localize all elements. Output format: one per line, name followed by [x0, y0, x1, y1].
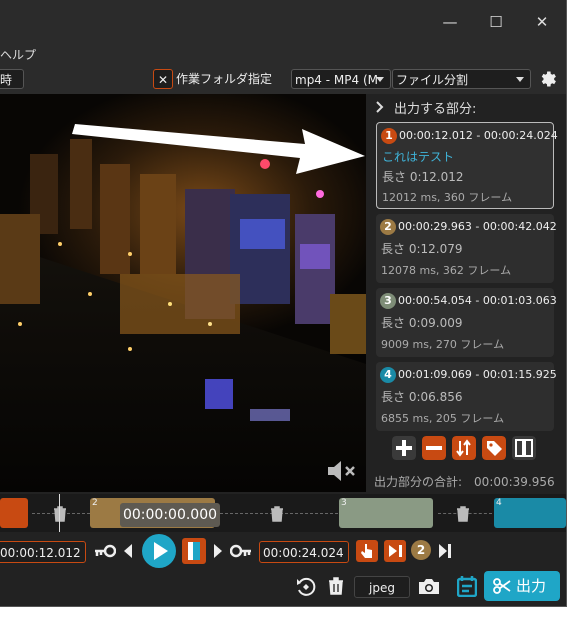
minimize-icon[interactable]: — [440, 12, 460, 32]
segment-end-time-input[interactable]: 00:00:24.024 [259, 541, 349, 563]
calendar-icon[interactable] [457, 575, 477, 597]
current-segment-badge[interactable]: 2 [411, 540, 431, 560]
format-dropdown-arrow-icon [376, 77, 384, 82]
next-segment-icon[interactable] [438, 543, 452, 559]
segment-item-2[interactable]: 2 00:00:29.963 - 00:00:42.042 長さ 0:12.07… [376, 214, 557, 283]
segment-time: 00:01:09.069 - 00:01:15.925 [398, 368, 557, 381]
segment-item-4[interactable]: 4 00:01:09.069 - 00:01:15.925 長さ 0:06.85… [376, 362, 557, 431]
segment-badge: 3 [380, 293, 396, 309]
working-folder-button[interactable]: 作業フォルダ指定 [176, 69, 272, 89]
segment-badge: 4 [380, 367, 396, 383]
layout-segments-icon[interactable] [512, 436, 536, 460]
toolbar: 時 ✕ 作業フォルダ指定 mp4 - MP4 (M ファイル分割 [0, 64, 566, 94]
mode-select-value: ファイル分割 [396, 73, 469, 87]
segment-badge: 1 [381, 128, 397, 144]
panel-header: 出力する部分: [394, 102, 477, 117]
set-start-key-icon[interactable] [94, 544, 116, 558]
bottom-bar [0, 570, 566, 606]
close-icon[interactable]: ✕ [532, 12, 552, 32]
app-window: — ☐ ✕ ヘルプ 時 ✕ 作業フォルダ指定 mp4 - MP4 (M ファイル… [0, 0, 567, 607]
preview-segment-icon[interactable] [182, 538, 206, 564]
segment-time: 00:00:29.963 - 00:00:42.042 [398, 220, 557, 233]
export-label: 出力 [516, 577, 547, 595]
segment-ms: 12078 ms, 362 フレーム [381, 264, 512, 277]
trash-icon[interactable] [270, 506, 284, 522]
camera-icon[interactable] [418, 577, 440, 595]
segment-time: 00:00:54.054 - 00:01:03.063 [398, 294, 557, 307]
segment-name: これはテスト [382, 150, 455, 164]
sort-segments-icon[interactable] [452, 436, 476, 460]
clear-folder-button[interactable]: ✕ [153, 69, 173, 89]
segment-ms: 12012 ms, 360 フレーム [382, 191, 513, 204]
segment-length: 長さ 0:12.079 [381, 242, 463, 256]
segment-length: 長さ 0:09.009 [381, 316, 463, 330]
play-button[interactable] [141, 533, 177, 569]
add-segment-icon[interactable] [392, 436, 416, 460]
tag-icon[interactable] [482, 436, 506, 460]
jump-to-start-icon[interactable] [122, 543, 134, 559]
set-end-key-icon[interactable] [230, 544, 252, 558]
segment-ms: 9009 ms, 270 フレーム [381, 338, 505, 351]
snapshot-format-select[interactable]: jpeg [354, 576, 410, 598]
trash-icon[interactable] [456, 506, 470, 522]
timeline-segment-3[interactable] [339, 498, 433, 528]
mode-dropdown-arrow-icon [516, 77, 524, 82]
toolbar-left-field[interactable]: 時 [0, 69, 24, 89]
segment-time: 00:00:12.012 - 00:00:24.024 [399, 129, 558, 142]
title-bar: — ☐ ✕ [0, 0, 566, 44]
segment-length: 長さ 0:06.856 [381, 390, 463, 404]
output-format-value: mp4 - MP4 (M [295, 73, 378, 87]
menu-help[interactable]: ヘルプ [0, 46, 36, 63]
playhead[interactable] [59, 494, 60, 532]
timeline-segment-3-label: 3 [341, 498, 347, 508]
output-total: 出力部分の合計: 00:00:39.956 [374, 475, 555, 489]
maximize-icon[interactable]: ☐ [486, 12, 506, 32]
menu-bar: ヘルプ [0, 44, 566, 64]
segment-item-1[interactable]: 1 00:00:12.012 - 00:00:24.024 これはテスト 長さ … [376, 122, 558, 209]
export-button[interactable]: 出力 [484, 571, 560, 601]
cut-at-end-icon[interactable] [384, 540, 406, 562]
timeline[interactable]: 2 3 4 [0, 494, 566, 532]
chevron-right-icon[interactable] [376, 101, 384, 113]
segment-length: 長さ 0:12.012 [382, 170, 464, 184]
mode-select[interactable]: ファイル分割 [392, 69, 531, 89]
segment-item-3[interactable]: 3 00:00:54.054 - 00:01:03.063 長さ 0:09.00… [376, 288, 557, 357]
timeline-segment-4[interactable] [494, 498, 566, 528]
trash-icon[interactable] [328, 577, 344, 595]
select-segment-icon[interactable] [356, 540, 378, 562]
video-preview[interactable] [0, 94, 366, 492]
timeline-segment-2-label: 2 [92, 498, 98, 508]
rotate-icon[interactable] [295, 576, 317, 598]
timeline-segment-1[interactable] [0, 498, 28, 528]
remove-segment-icon[interactable] [422, 436, 446, 460]
jump-to-end-icon[interactable] [212, 543, 224, 559]
video-frame [0, 94, 366, 492]
segment-badge: 2 [380, 219, 396, 235]
current-time-display[interactable]: 00:00:00.000 [120, 503, 220, 527]
gear-icon[interactable] [538, 69, 558, 89]
scissors-icon [493, 578, 511, 594]
mute-icon[interactable] [326, 458, 358, 484]
segment-ms: 6855 ms, 205 フレーム [381, 412, 505, 425]
timeline-segment-4-label: 4 [496, 498, 502, 508]
trash-icon[interactable] [53, 506, 67, 522]
segment-start-time-input[interactable]: 00:00:12.012 [0, 541, 86, 563]
